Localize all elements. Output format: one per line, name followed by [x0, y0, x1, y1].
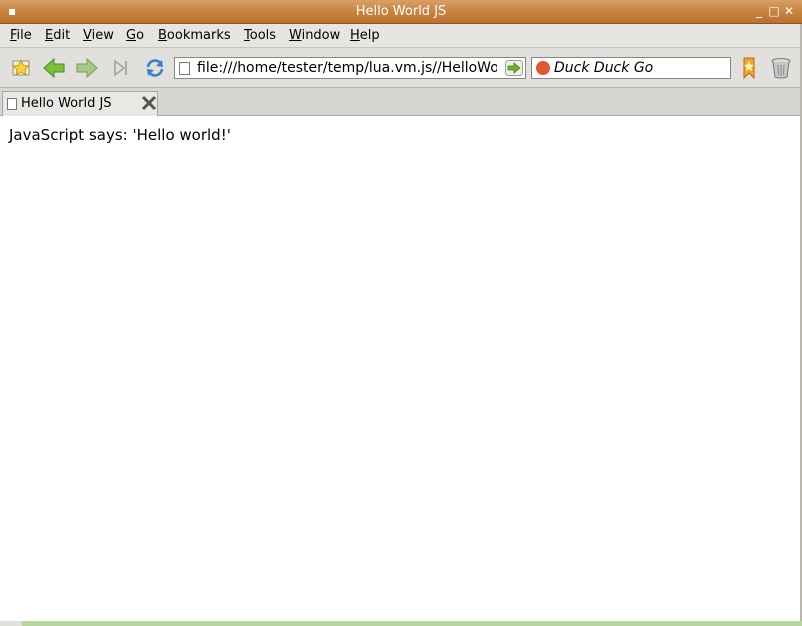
home-star-icon[interactable] — [8, 56, 34, 80]
status-bar — [22, 621, 802, 626]
window-title-bar[interactable]: ▪ Hello World JS _ □ ✕ — [0, 0, 802, 24]
menu-help[interactable]: Help — [350, 28, 380, 43]
close-tab-icon[interactable] — [140, 94, 158, 112]
go-button[interactable] — [505, 60, 523, 76]
search-bar[interactable]: Duck Duck Go — [531, 57, 731, 79]
page-document-icon — [179, 62, 190, 75]
tab-document-icon — [7, 98, 17, 110]
tab-bar: Hello World JS — [0, 88, 802, 116]
bookmark-icon[interactable] — [736, 56, 762, 80]
menu-bookmarks[interactable]: Bookmarks — [158, 28, 231, 43]
address-bar[interactable]: file:///home/tester/temp/lua.vm.js//Hell… — [174, 57, 526, 79]
menu-bar: File Edit View Go Bookmarks Tools Window… — [0, 24, 802, 48]
minimize-button[interactable]: _ — [752, 4, 766, 18]
search-engine-placeholder[interactable]: Duck Duck Go — [554, 60, 653, 76]
menu-edit[interactable]: Edit — [45, 28, 70, 43]
duckduckgo-icon[interactable] — [536, 61, 550, 75]
reload-icon[interactable] — [142, 56, 168, 80]
menu-window[interactable]: Window — [289, 28, 340, 43]
tab-label: Hello World JS — [21, 96, 112, 111]
menu-tools[interactable]: Tools — [244, 28, 276, 43]
menu-go[interactable]: Go — [126, 28, 144, 43]
window-title: Hello World JS — [355, 4, 447, 19]
status-bar-left — [0, 621, 22, 626]
stop-icon[interactable] — [108, 56, 134, 80]
trash-icon[interactable] — [768, 56, 794, 80]
menu-view[interactable]: View — [83, 28, 114, 43]
menu-file[interactable]: File — [10, 28, 32, 43]
page-content: JavaScript says: 'Hello world!' — [0, 116, 802, 620]
close-window-button[interactable]: ✕ — [782, 4, 796, 18]
tab-hello-world-js[interactable]: Hello World JS — [2, 91, 158, 116]
go-arrow-icon — [505, 60, 523, 76]
url-input[interactable]: file:///home/tester/temp/lua.vm.js//Hell… — [197, 60, 497, 76]
back-arrow-icon[interactable] — [41, 56, 67, 80]
forward-arrow-icon[interactable] — [74, 56, 100, 80]
page-text: JavaScript says: 'Hello world!' — [9, 126, 231, 144]
maximize-button[interactable]: □ — [767, 4, 781, 18]
